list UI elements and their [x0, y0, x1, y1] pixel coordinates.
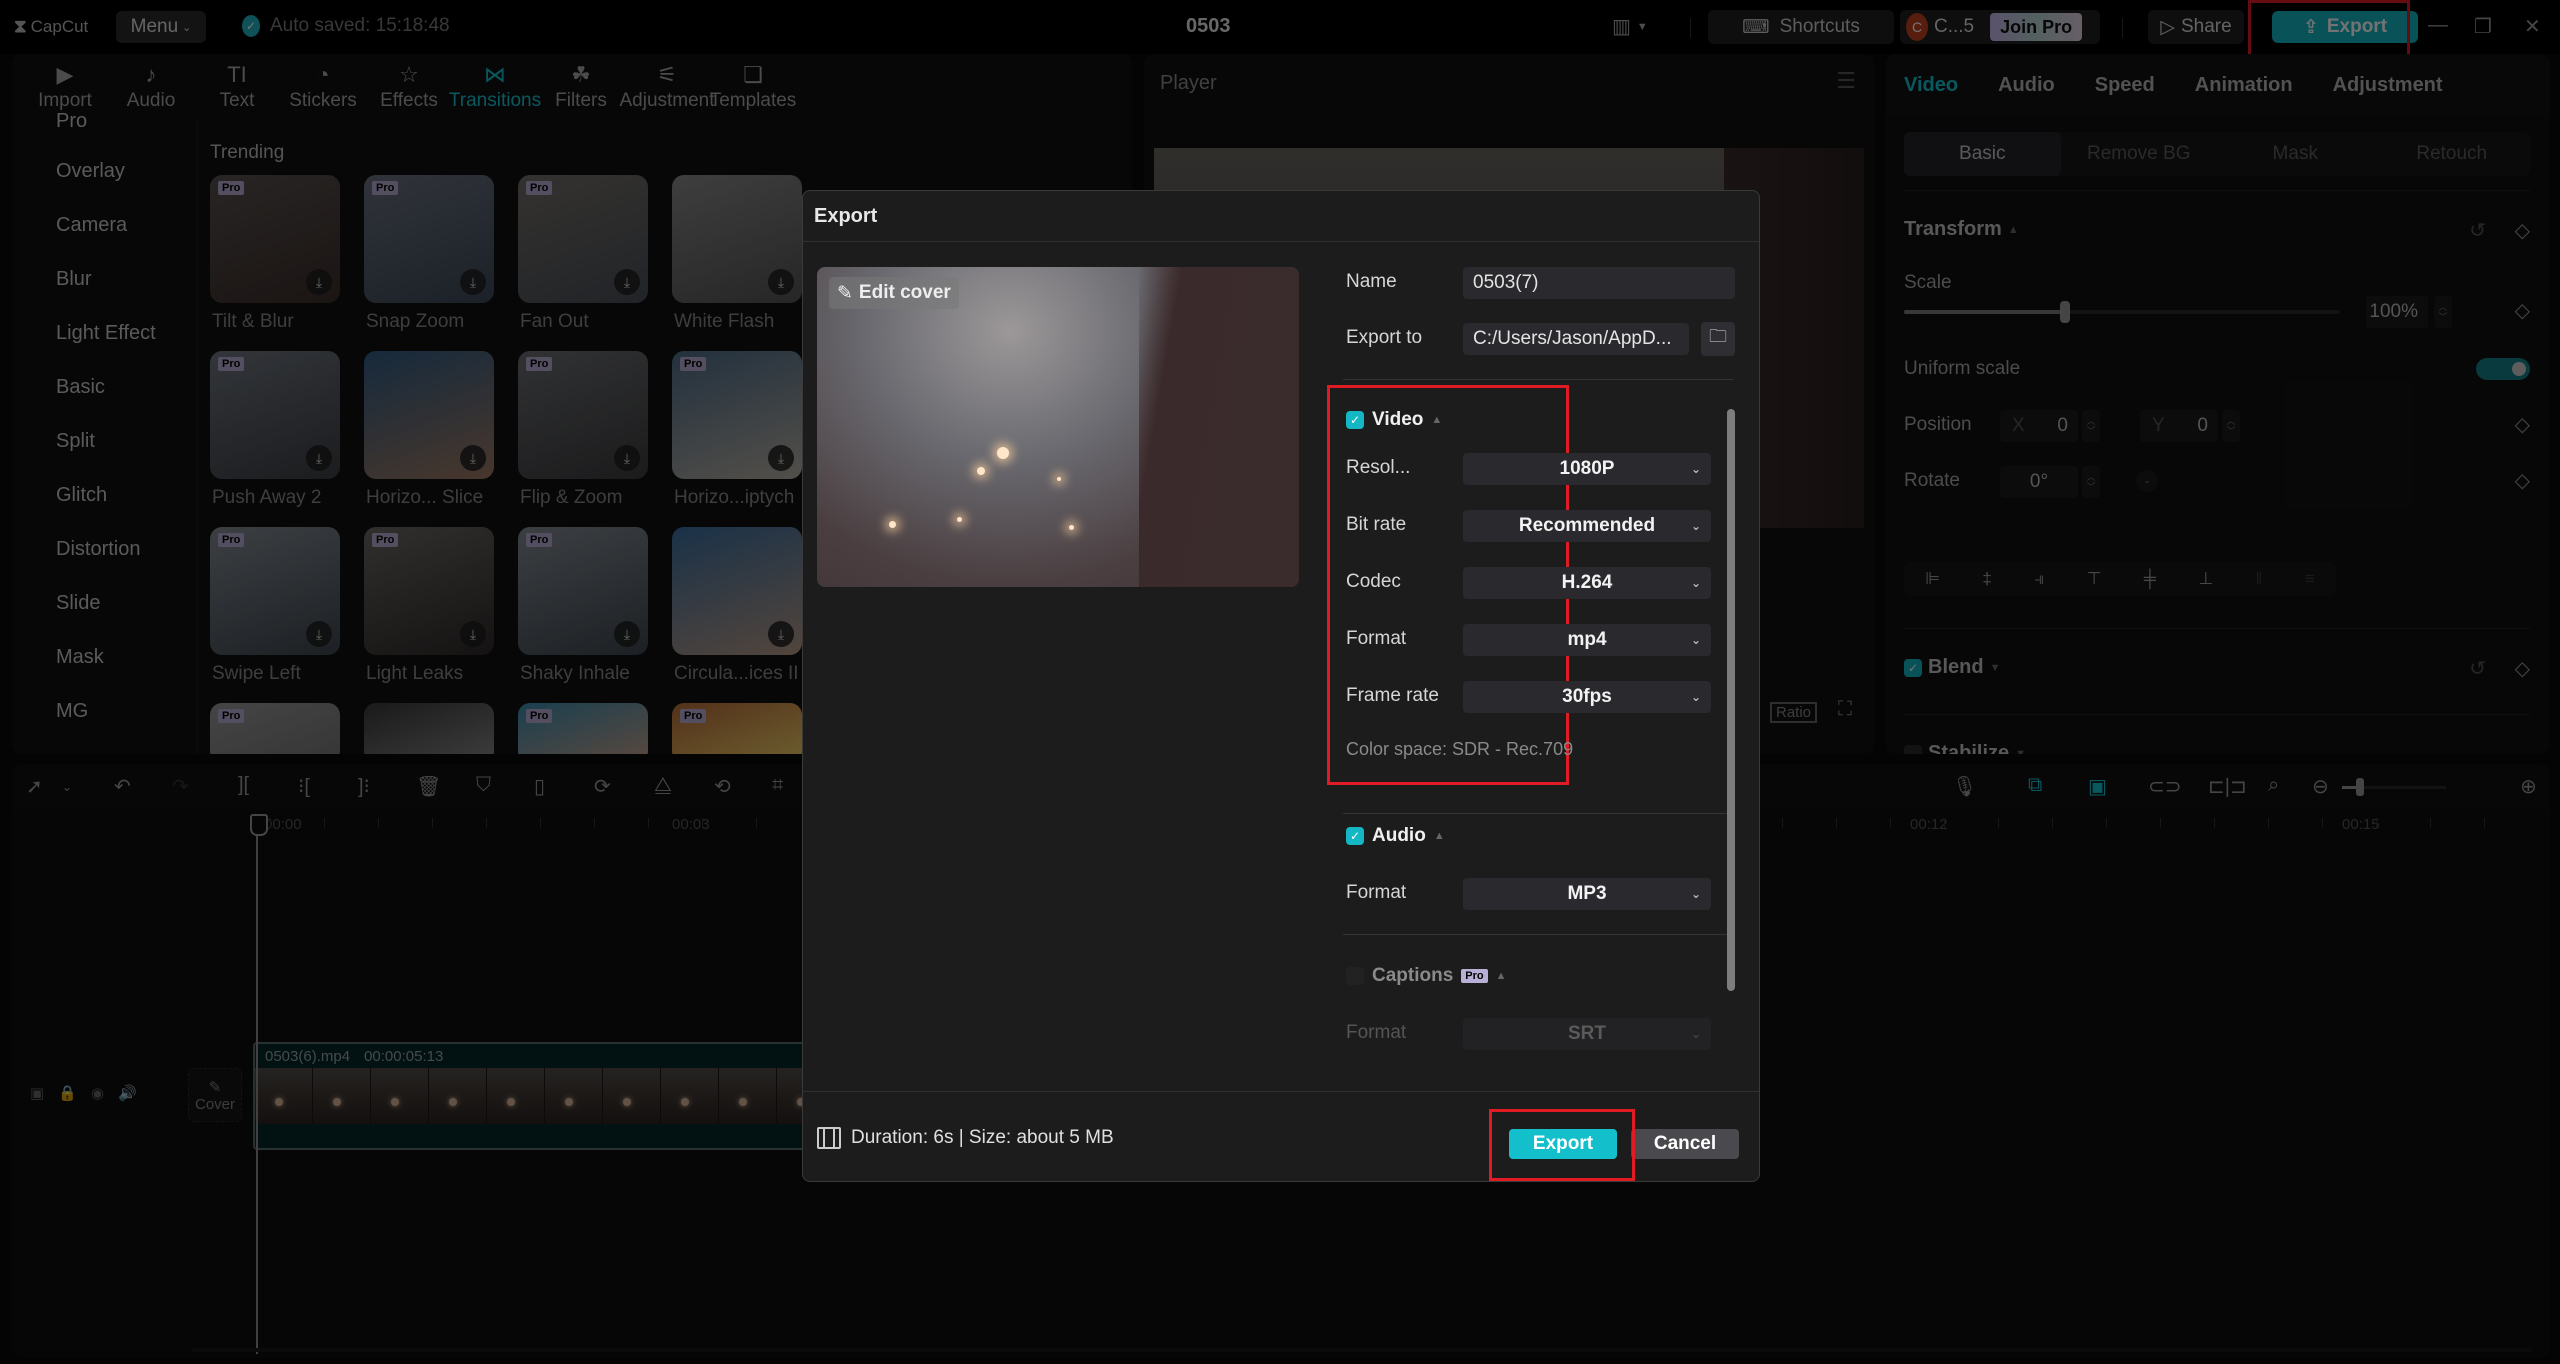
capcut-app: ⧗ CapCut Menu ⌄ ✓ Auto saved: 15:18:48 0… — [0, 0, 2560, 1364]
resolution-value: 1080P — [1559, 458, 1615, 479]
export-path-input[interactable]: C:/Users/Jason/AppD... — [1463, 323, 1689, 355]
folder-icon[interactable]: 🗀 — [1701, 322, 1735, 356]
caret-up-icon: ▲ — [1495, 970, 1507, 982]
video-format-select[interactable]: mp4 ⌄ — [1463, 624, 1711, 656]
audio-format-select[interactable]: MP3 ⌄ — [1463, 878, 1711, 910]
sparkle — [1069, 525, 1074, 530]
captions-format-value: SRT — [1568, 1023, 1606, 1044]
chevron-down-icon: ⌄ — [1690, 576, 1701, 590]
divider — [803, 241, 1759, 242]
codec-value: H.264 — [1561, 572, 1613, 593]
pro-badge: Pro — [1461, 969, 1488, 983]
video-checkbox[interactable]: ✓ — [1346, 411, 1364, 429]
captions-section-header[interactable]: Captions Pro ▲ — [1346, 965, 1507, 987]
codec-select[interactable]: H.264 ⌄ — [1463, 567, 1711, 599]
bitrate-label: Bit rate — [1346, 514, 1407, 535]
name-input[interactable]: 0503(7) — [1463, 267, 1735, 299]
resolution-select[interactable]: 1080P ⌄ — [1463, 453, 1711, 485]
audio-format-label: Format — [1346, 882, 1407, 903]
cover-subject — [1139, 267, 1299, 587]
export-button[interactable]: Export — [1509, 1129, 1617, 1159]
captions-format-label: Format — [1346, 1022, 1407, 1043]
chevron-down-icon: ⌄ — [1690, 462, 1701, 476]
duration-size-text: Duration: 6s | Size: about 5 MB — [851, 1127, 1114, 1148]
framerate-value: 30fps — [1562, 686, 1612, 707]
video-format-value: mp4 — [1567, 629, 1607, 650]
audio-checkbox[interactable]: ✓ — [1346, 827, 1364, 845]
divider — [803, 1091, 1759, 1092]
edit-cover-label: Edit cover — [858, 282, 951, 303]
cancel-button[interactable]: Cancel — [1631, 1129, 1739, 1159]
export-to-label: Export to — [1346, 327, 1423, 348]
name-label: Name — [1346, 271, 1397, 292]
divider — [1343, 379, 1733, 380]
sparkle — [997, 447, 1009, 459]
bitrate-value: Recommended — [1518, 515, 1656, 536]
bitrate-select[interactable]: Recommended ⌄ — [1463, 510, 1711, 542]
dialog-scrollbar[interactable] — [1727, 409, 1735, 991]
edit-cover-button[interactable]: ✎ Edit cover — [829, 277, 959, 309]
video-label: Video — [1372, 409, 1424, 430]
caret-up-icon: ▲ — [1431, 414, 1443, 426]
divider — [1343, 934, 1733, 935]
captions-checkbox[interactable] — [1346, 967, 1364, 985]
codec-label: Codec — [1346, 571, 1401, 592]
audio-label: Audio — [1372, 825, 1426, 846]
chevron-down-icon: ⌄ — [1690, 519, 1701, 533]
video-section-header[interactable]: ✓ Video ▲ — [1346, 409, 1442, 431]
dialog-title: Export — [814, 205, 878, 227]
caret-up-icon: ▲ — [1433, 830, 1445, 842]
resolution-label: Resol... — [1346, 457, 1411, 478]
video-format-label: Format — [1346, 628, 1407, 649]
audio-format-value: MP3 — [1567, 883, 1607, 904]
sparkle — [889, 521, 896, 528]
audio-section-header[interactable]: ✓ Audio ▲ — [1346, 825, 1445, 847]
sparkle — [1057, 477, 1061, 481]
export-summary: Duration: 6s | Size: about 5 MB — [817, 1127, 1114, 1149]
chevron-down-icon: ⌄ — [1690, 1027, 1701, 1041]
divider — [1343, 813, 1733, 814]
film-icon — [817, 1127, 841, 1149]
chevron-down-icon: ⌄ — [1690, 887, 1701, 901]
chevron-down-icon: ⌄ — [1690, 633, 1701, 647]
framerate-select[interactable]: 30fps ⌄ — [1463, 681, 1711, 713]
captions-label: Captions — [1372, 965, 1454, 986]
cover-preview: ✎ Edit cover — [817, 267, 1299, 587]
sparkle — [957, 517, 962, 522]
export-dialog: Export ✎ Edit cover Name 0503(7) Export … — [802, 190, 1760, 1182]
framerate-label: Frame rate — [1346, 685, 1439, 706]
sparkle — [977, 467, 985, 475]
captions-format-select[interactable]: SRT ⌄ — [1463, 1018, 1711, 1050]
pencil-icon: ✎ — [837, 282, 853, 304]
chevron-down-icon: ⌄ — [1690, 690, 1701, 704]
color-space-info: Color space: SDR - Rec.709 — [1346, 739, 1574, 759]
